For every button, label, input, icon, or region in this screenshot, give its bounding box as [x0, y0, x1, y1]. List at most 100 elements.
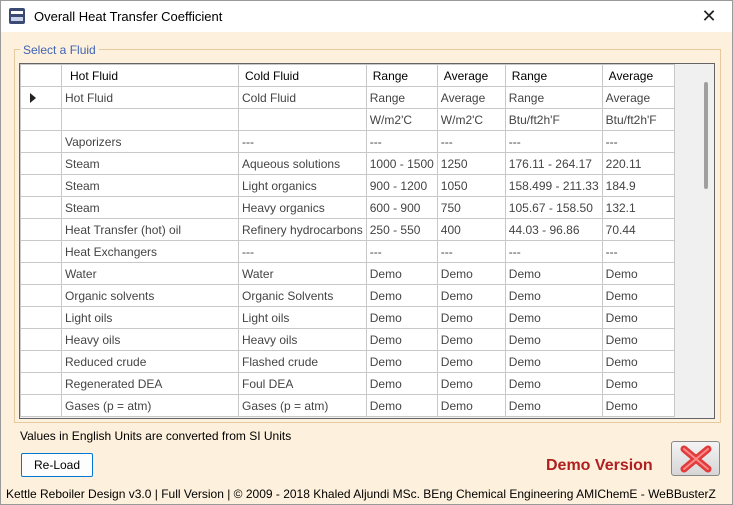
table-cell[interactable]: Gases (p = atm) [61, 394, 239, 417]
table-row[interactable]: Regenerated DEA Foul DEA Demo Demo Demo Demo [20, 372, 675, 395]
table-cell[interactable]: Organic Solvents [238, 284, 367, 307]
table-cell[interactable]: Steam [61, 152, 239, 175]
table-cell[interactable]: --- [601, 240, 675, 263]
table-row[interactable]: Vaporizers --- --- --- --- --- [20, 130, 675, 153]
table-cell[interactable]: Range [365, 86, 438, 109]
row-header-cell[interactable] [20, 328, 62, 351]
table-cell[interactable]: Steam [61, 174, 239, 197]
table-row[interactable]: Hot Fluid Cold Fluid Range Average Range Aver… [20, 86, 675, 109]
table-cell[interactable]: Demo [601, 328, 675, 351]
table-cell[interactable]: Demo [601, 372, 675, 395]
table-row[interactable]: Heat Transfer (hot) oil Refinery hydrocar… [20, 218, 675, 241]
table-cell[interactable]: --- [504, 240, 603, 263]
table-cell[interactable]: Demo [365, 306, 438, 329]
table-cell[interactable]: Average [436, 86, 506, 109]
column-header-hot-fluid[interactable]: Hot Fluid [61, 64, 239, 87]
table-cell[interactable]: --- [238, 240, 367, 263]
table-cell[interactable]: Demo [601, 350, 675, 373]
table-cell[interactable]: Demo [365, 328, 438, 351]
fluid-grid[interactable]: Hot Fluid Cold Fluid Range Average Range… [19, 63, 715, 419]
table-cell[interactable]: Gases (p = atm) [238, 394, 367, 417]
table-cell[interactable]: Average [601, 86, 675, 109]
table-row[interactable]: Steam Heavy organics 600 - 900 750 105.67 - … [20, 196, 675, 219]
table-cell[interactable]: 158.499 - 211.33 [504, 174, 603, 197]
table-row[interactable]: W/m2'C W/m2'C Btu/ft2h'F Btu/ft2h'F [20, 108, 675, 131]
table-cell[interactable]: 220.11 [601, 152, 675, 175]
table-cell[interactable]: Demo [504, 394, 603, 417]
table-cell[interactable]: Heat Exchangers [61, 240, 239, 263]
table-cell[interactable]: Demo [601, 306, 675, 329]
row-header-cell[interactable] [20, 372, 62, 395]
table-cell[interactable]: Demo [436, 394, 506, 417]
row-header-cell[interactable] [20, 196, 62, 219]
table-cell[interactable]: 132.1 [601, 196, 675, 219]
table-cell[interactable]: Vaporizers [61, 130, 239, 153]
table-cell[interactable]: Demo [436, 350, 506, 373]
table-cell[interactable]: Demo [436, 328, 506, 351]
table-cell[interactable]: Heat Transfer (hot) oil [61, 218, 239, 241]
table-cell[interactable]: Demo [504, 284, 603, 307]
table-cell[interactable]: --- [436, 240, 506, 263]
table-row[interactable]: Reduced crude Flashed crude Demo Demo Demo De… [20, 350, 675, 373]
row-header-cell[interactable] [20, 152, 62, 175]
table-cell[interactable]: W/m2'C [436, 108, 506, 131]
table-row[interactable]: Gases (p = atm) Gases (p = atm) Demo Demo De… [20, 394, 675, 417]
table-cell[interactable]: 1050 [436, 174, 506, 197]
table-cell[interactable] [61, 108, 239, 131]
column-header-cold-fluid[interactable]: Cold Fluid [238, 64, 367, 87]
table-row[interactable]: Organic solvents Organic Solvents Demo Demo… [20, 284, 675, 307]
row-header-cell[interactable] [20, 108, 62, 131]
reload-button[interactable]: Re-Load [21, 453, 93, 477]
table-cell[interactable]: Light oils [61, 306, 239, 329]
table-cell[interactable]: 44.03 - 96.86 [504, 218, 603, 241]
table-cell[interactable]: Heavy oils [238, 328, 367, 351]
row-header-cell[interactable] [20, 240, 62, 263]
scrollbar-thumb[interactable] [704, 82, 708, 189]
table-cell[interactable]: Demo [504, 328, 603, 351]
row-header-cell[interactable] [20, 218, 62, 241]
table-cell[interactable]: Foul DEA [238, 372, 367, 395]
table-cell[interactable]: Heavy oils [61, 328, 239, 351]
table-row[interactable]: Water Water Demo Demo Demo Demo [20, 262, 675, 285]
row-header-cell[interactable] [20, 394, 62, 417]
table-cell[interactable]: Btu/ft2h'F [601, 108, 675, 131]
table-cell[interactable]: Aqueous solutions [238, 152, 367, 175]
column-header-average-si[interactable]: Average [436, 64, 506, 87]
table-cell[interactable]: Cold Fluid [238, 86, 367, 109]
row-header-cell[interactable] [20, 284, 62, 307]
table-cell[interactable]: Reduced crude [61, 350, 239, 373]
table-cell[interactable]: 750 [436, 196, 506, 219]
table-row[interactable]: Light oils Light oils Demo Demo Demo Demo [20, 306, 675, 329]
row-header-cell[interactable] [20, 130, 62, 153]
table-cell[interactable]: 600 - 900 [365, 196, 438, 219]
table-cell[interactable]: Demo [504, 350, 603, 373]
table-cell[interactable]: Heavy organics [238, 196, 367, 219]
table-cell[interactable]: --- [365, 240, 438, 263]
column-header-range-si[interactable]: Range [365, 64, 438, 87]
table-cell[interactable]: Water [238, 262, 367, 285]
table-cell[interactable]: Demo [436, 306, 506, 329]
table-cell[interactable]: 900 - 1200 [365, 174, 438, 197]
table-cell[interactable]: Water [61, 262, 239, 285]
table-cell[interactable]: Steam [61, 196, 239, 219]
table-cell[interactable]: 105.67 - 158.50 [504, 196, 603, 219]
table-row[interactable]: Steam Light organics 900 - 1200 1050 158.499… [20, 174, 675, 197]
vertical-scrollbar[interactable] [697, 64, 714, 418]
table-cell[interactable]: Btu/ft2h'F [504, 108, 603, 131]
table-cell[interactable]: 1000 - 1500 [365, 152, 438, 175]
table-cell[interactable]: --- [365, 130, 438, 153]
table-cell[interactable]: W/m2'C [365, 108, 438, 131]
table-cell[interactable]: Light oils [238, 306, 367, 329]
row-header-cell[interactable] [20, 350, 62, 373]
table-cell[interactable]: --- [504, 130, 603, 153]
title-bar[interactable]: Overall Heat Transfer Coefficient ✕ [1, 1, 732, 32]
table-cell[interactable]: Demo [436, 262, 506, 285]
table-cell[interactable]: Demo [365, 372, 438, 395]
table-cell[interactable]: --- [436, 130, 506, 153]
table-cell[interactable]: Demo [601, 394, 675, 417]
table-row[interactable]: Heavy oils Heavy oils Demo Demo Demo Demo [20, 328, 675, 351]
table-cell[interactable]: Organic solvents [61, 284, 239, 307]
table-row[interactable]: Steam Aqueous solutions 1000 - 1500 1250 176… [20, 152, 675, 175]
table-cell[interactable]: Demo [365, 350, 438, 373]
table-cell[interactable]: 1250 [436, 152, 506, 175]
